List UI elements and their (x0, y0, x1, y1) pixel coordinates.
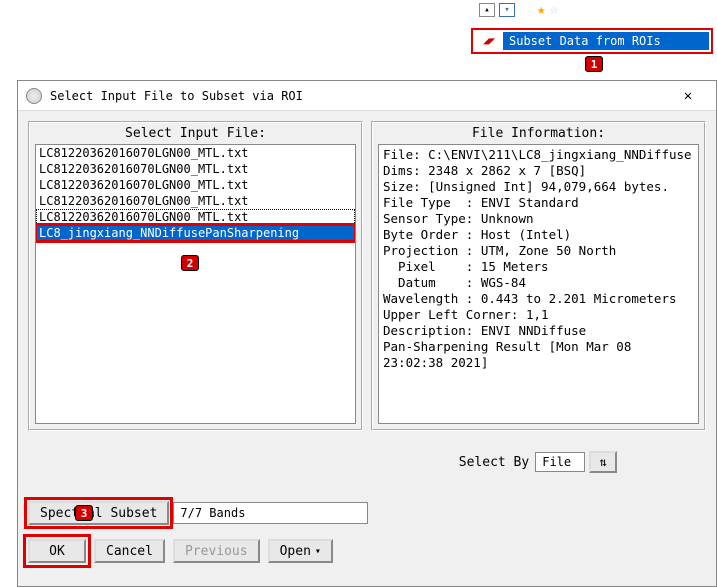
collapse-down-icon[interactable]: ▾ (499, 3, 515, 17)
spectral-subset-value: 7/7 Bands (173, 502, 368, 524)
select-by-toggle-button[interactable]: ⇅ (589, 451, 617, 473)
tool-subset-data-from-rois[interactable]: ◢◤ Subset Data from ROIs (471, 28, 713, 54)
open-button[interactable]: Open (268, 539, 333, 563)
dialog-title: Select Input File to Subset via ROI (50, 89, 668, 103)
dialog-body: Select Input File: LC81220362016070LGN00… (18, 111, 716, 586)
toolbox-panel: ▴ ▾ ★ ☆ ◢◤ Subset Data from ROIs 1 (467, 0, 717, 70)
cancel-button[interactable]: Cancel (94, 539, 165, 563)
callout-1: 1 (585, 56, 603, 72)
list-item-selected[interactable]: LC8_jingxiang_NNDiffusePanSharpening (36, 225, 355, 241)
close-button[interactable]: ✕ (668, 88, 708, 104)
select-by-label: Select By (459, 455, 529, 470)
spectral-subset-button[interactable]: Spectral Subset 3 (28, 501, 169, 525)
file-info-text: File: C:\ENVI\211\LC8_jingxiang_NNDiffus… (378, 144, 699, 424)
ok-button[interactable]: OK (28, 539, 86, 563)
select-input-file-dialog: Select Input File to Subset via ROI ✕ Se… (17, 80, 717, 587)
list-item[interactable]: LC81220362016070LGN00_MTL.txt (36, 161, 355, 177)
select-by-row: Select By File ⇅ (383, 451, 693, 473)
collapse-up-icon[interactable]: ▴ (479, 3, 495, 17)
callout-2: 2 (181, 255, 199, 271)
file-info-header: File Information: (373, 123, 704, 144)
tool-label: Subset Data from ROIs (503, 32, 709, 50)
callout-3: 3 (75, 505, 93, 521)
input-file-listbox[interactable]: LC81220362016070LGN00_MTL.txt LC81220362… (35, 144, 356, 424)
spectral-subset-row: Spectral Subset 3 7/7 Bands (28, 501, 706, 525)
list-item[interactable]: LC81220362016070LGN00_MTL.txt (36, 145, 355, 161)
toolbox-icons: ▴ ▾ ★ ☆ (477, 0, 717, 20)
star-gold-icon[interactable]: ★ (537, 2, 545, 18)
input-file-panel: Select Input File: LC81220362016070LGN00… (28, 121, 363, 431)
input-file-header: Select Input File: (30, 123, 361, 144)
select-by-value[interactable]: File (535, 452, 585, 472)
titlebar: Select Input File to Subset via ROI ✕ (18, 81, 716, 111)
roi-tool-icon: ◢◤ (475, 33, 503, 49)
list-item[interactable]: LC81220362016070LGN00_MTL.txt (36, 177, 355, 193)
dialog-buttons: OK Cancel Previous Open (28, 539, 706, 563)
app-icon (26, 88, 42, 104)
list-item[interactable]: LC81220362016070LGN00_MTL.txt (36, 193, 355, 209)
file-information-panel: File Information: File: C:\ENVI\211\LC8_… (371, 121, 706, 431)
previous-button[interactable]: Previous (173, 539, 260, 563)
star-gray-icon[interactable]: ☆ (549, 2, 557, 18)
list-item[interactable]: LC81220362016070LGN00_MTL.txt (36, 209, 355, 225)
